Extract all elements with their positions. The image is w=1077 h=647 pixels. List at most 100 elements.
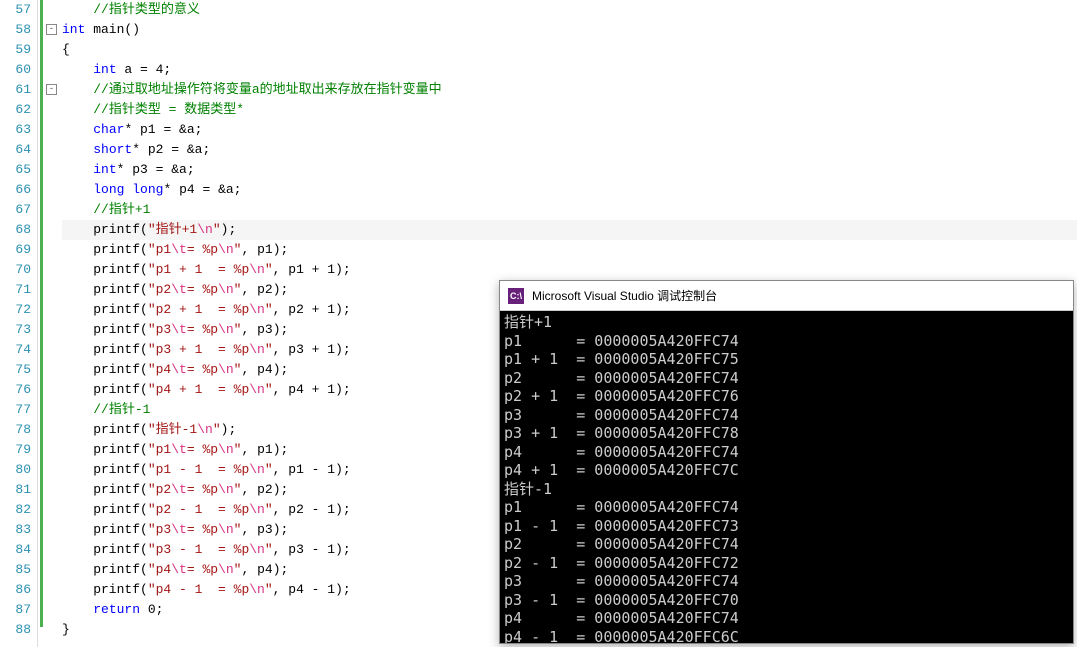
code-line[interactable]: int* p3 = &a;: [62, 160, 1077, 180]
code-token: printf(: [62, 362, 148, 377]
code-line[interactable]: printf("p1 + 1 = %p\n", p1 + 1);: [62, 260, 1077, 280]
code-token: //指针-1: [93, 402, 150, 417]
code-token: , p4);: [241, 362, 288, 377]
code-token: , p3);: [241, 522, 288, 537]
code-token: printf(: [62, 562, 148, 577]
code-token: return: [93, 602, 140, 617]
code-line[interactable]: char* p1 = &a;: [62, 120, 1077, 140]
code-token: ": [265, 502, 273, 517]
code-token: "p4 - 1 = %p: [148, 582, 249, 597]
code-token: }: [62, 622, 70, 637]
code-token: ": [265, 342, 273, 357]
code-token: printf(: [62, 582, 148, 597]
code-token: "p1 + 1 = %p: [148, 262, 249, 277]
code-token: printf(: [62, 242, 148, 257]
code-token: = %p: [187, 282, 218, 297]
code-token: , p4 - 1);: [273, 582, 351, 597]
code-token: "p3: [148, 322, 171, 337]
console-title-text: Microsoft Visual Studio 调试控制台: [532, 287, 717, 304]
fold-marker-column: --: [38, 0, 60, 647]
code-line[interactable]: short* p2 = &a;: [62, 140, 1077, 160]
code-line[interactable]: //指针类型 = 数据类型*: [62, 100, 1077, 120]
line-number: 63: [0, 120, 31, 140]
code-line[interactable]: {: [62, 40, 1077, 60]
code-token: \n: [249, 462, 265, 477]
code-token: "p2 + 1 = %p: [148, 302, 249, 317]
line-number-gutter: 5758596061626364656667686970717273747576…: [0, 0, 38, 647]
code-token: char: [93, 122, 124, 137]
code-line[interactable]: long long* p4 = &a;: [62, 180, 1077, 200]
code-token: \n: [249, 262, 265, 277]
line-number: 59: [0, 40, 31, 60]
code-token: ": [265, 462, 273, 477]
code-line[interactable]: printf("指针+1\n");: [62, 220, 1077, 240]
code-token: [62, 142, 93, 157]
console-titlebar[interactable]: C:\ Microsoft Visual Studio 调试控制台: [500, 281, 1073, 311]
code-token: * p3 = &a;: [117, 162, 195, 177]
code-token: = %p: [187, 322, 218, 337]
code-token: a = 4;: [117, 62, 172, 77]
line-number: 72: [0, 300, 31, 320]
code-token: \n: [218, 322, 234, 337]
console-output[interactable]: 指针+1 p1 = 0000005A420FFC74 p1 + 1 = 0000…: [500, 311, 1073, 643]
fold-toggle-icon[interactable]: -: [46, 84, 57, 95]
code-line[interactable]: printf("p1\t= %p\n", p1);: [62, 240, 1077, 260]
code-token: ": [265, 262, 273, 277]
line-number: 68: [0, 220, 31, 240]
console-icon: C:\: [508, 288, 524, 304]
code-line[interactable]: //通过取地址操作符将变量a的地址取出来存放在指针变量中: [62, 80, 1077, 100]
code-line[interactable]: //指针+1: [62, 200, 1077, 220]
code-token: * p2 = &a;: [132, 142, 210, 157]
code-token: , p3 + 1);: [273, 342, 351, 357]
line-number: 61: [0, 80, 31, 100]
line-number: 76: [0, 380, 31, 400]
code-token: "p1: [148, 242, 171, 257]
line-number: 58: [0, 20, 31, 40]
code-token: , p2);: [241, 482, 288, 497]
code-token: printf(: [62, 262, 148, 277]
code-token: , p2 - 1);: [273, 502, 351, 517]
code-token: main(): [85, 22, 140, 37]
code-token: {: [62, 42, 70, 57]
code-token: [62, 162, 93, 177]
code-token: , p1 + 1);: [273, 262, 351, 277]
code-token: \n: [249, 582, 265, 597]
code-token: ": [213, 222, 221, 237]
code-token: printf(: [62, 542, 148, 557]
fold-toggle-icon[interactable]: -: [46, 24, 57, 35]
code-token: , p4);: [241, 562, 288, 577]
line-number: 79: [0, 440, 31, 460]
code-token: \t: [171, 242, 187, 257]
line-number: 77: [0, 400, 31, 420]
code-token: \n: [249, 502, 265, 517]
code-token: "p4: [148, 362, 171, 377]
code-token: = %p: [187, 522, 218, 537]
code-line[interactable]: int a = 4;: [62, 60, 1077, 80]
code-token: printf(: [62, 342, 148, 357]
line-number: 71: [0, 280, 31, 300]
code-token: , p2);: [241, 282, 288, 297]
code-token: "p4 + 1 = %p: [148, 382, 249, 397]
code-token: printf(: [62, 502, 148, 517]
code-token: \n: [218, 442, 234, 457]
line-number: 88: [0, 620, 31, 640]
code-token: 0;: [140, 602, 163, 617]
line-number: 75: [0, 360, 31, 380]
code-token: printf(: [62, 222, 148, 237]
code-token: printf(: [62, 302, 148, 317]
line-number: 87: [0, 600, 31, 620]
code-token: , p2 + 1);: [273, 302, 351, 317]
code-token: , p1);: [241, 442, 288, 457]
code-token: //通过取地址操作符将变量a的地址取出来存放在指针变量中: [93, 82, 441, 97]
debug-console-window[interactable]: C:\ Microsoft Visual Studio 调试控制台 指针+1 p…: [499, 280, 1074, 644]
line-number: 67: [0, 200, 31, 220]
line-number: 81: [0, 480, 31, 500]
code-token: \t: [171, 282, 187, 297]
code-token: printf(: [62, 282, 148, 297]
code-line[interactable]: //指针类型的意义: [62, 0, 1077, 20]
line-number: 70: [0, 260, 31, 280]
code-token: printf(: [62, 462, 148, 477]
code-token: int: [62, 22, 85, 37]
code-line[interactable]: int main(): [62, 20, 1077, 40]
code-token: printf(: [62, 322, 148, 337]
